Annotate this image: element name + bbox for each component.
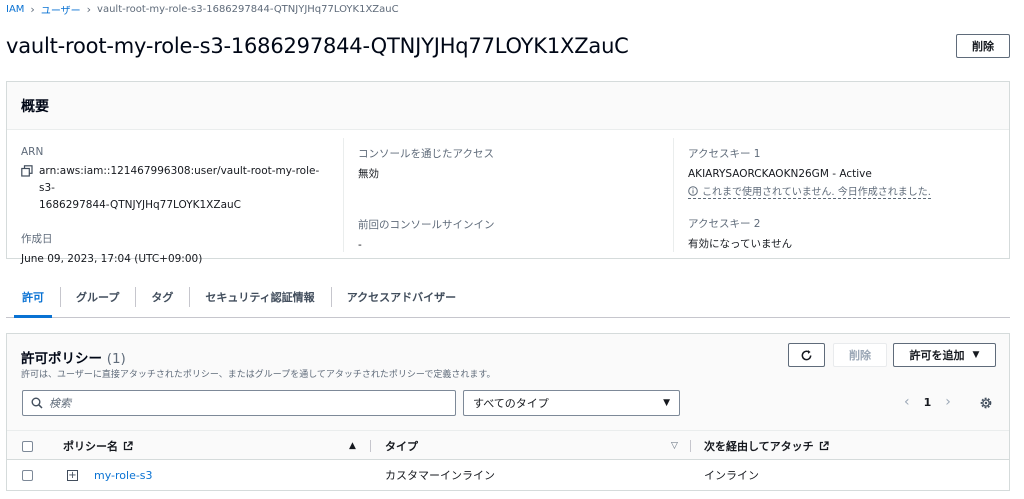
- add-permissions-button[interactable]: 許可を追加 ▼: [893, 343, 996, 367]
- column-attached-via[interactable]: 次を経由してアタッチ: [704, 431, 829, 461]
- search-input[interactable]: [49, 396, 439, 410]
- type-filter-select[interactable]: すべてのタイプ ▼: [463, 390, 680, 416]
- row-select-cell: [22, 460, 33, 490]
- column-divider: [690, 440, 691, 452]
- permissions-header: 許可ポリシー (1) 許可は、ユーザーに直接アタッチされたポリシー、またはグルー…: [7, 334, 1009, 430]
- access-key-1-note-text: これまで使用されていません. 今日作成されました.: [702, 187, 931, 198]
- permissions-description: 許可は、ユーザーに直接アタッチされたポリシー、またはグループを通してアタッチされ…: [21, 370, 496, 380]
- table-header: ポリシー名 ▲ タイプ ▽ 次を経由してアタッチ: [7, 430, 1009, 460]
- page-number[interactable]: 1: [924, 396, 932, 409]
- refresh-icon: [801, 349, 812, 360]
- type-filter-value: すべてのタイプ: [473, 397, 549, 410]
- attached-via-cell: インライン: [704, 469, 759, 482]
- access-key-1-note[interactable]: これまで使用されていません. 今日作成されました.: [688, 183, 931, 199]
- breadcrumb-iam[interactable]: IAM: [6, 4, 24, 15]
- tab-access-advisor[interactable]: アクセスアドバイザー: [330, 277, 472, 317]
- chevron-right-icon: ›: [30, 2, 35, 16]
- breadcrumb-users[interactable]: ユーザー: [41, 2, 81, 17]
- tab-permissions[interactable]: 許可: [6, 277, 60, 318]
- sort-descending-icon[interactable]: ▽: [671, 431, 678, 461]
- arn-value: arn:aws:iam::121467996308:user/vault-roo…: [39, 163, 329, 214]
- sort-ascending-icon[interactable]: ▲: [349, 431, 356, 461]
- caret-down-icon: ▼: [972, 350, 980, 360]
- delete-user-button[interactable]: 削除: [956, 34, 1010, 58]
- tab-bar: 許可 グループ タグ セキュリティ認証情報 アクセスアドバイザー: [6, 276, 1010, 318]
- tab-tags[interactable]: タグ: [135, 277, 189, 317]
- chevron-right-icon[interactable]: ›: [945, 394, 951, 410]
- caret-down-icon: ▼: [663, 398, 670, 408]
- pagination: ‹ 1 ›: [904, 394, 951, 410]
- search-icon: [31, 397, 43, 409]
- info-icon: [688, 185, 698, 196]
- arn-line-2: 1686297844-QTNJYJHq77LOYK1XZauC: [39, 199, 241, 211]
- arn-label: ARN: [21, 146, 44, 158]
- permissions-title: 許可ポリシー (1): [21, 347, 126, 367]
- copy-icon[interactable]: [21, 165, 33, 177]
- column-divider: [370, 440, 371, 452]
- permissions-policies-panel: 許可ポリシー (1) 許可は、ユーザーに直接アタッチされたポリシー、またはグルー…: [6, 333, 1010, 491]
- policy-type-cell: カスタマーインライン: [385, 469, 495, 482]
- policy-name-link[interactable]: my-role-s3: [94, 460, 153, 490]
- console-access-value: 無効: [358, 168, 379, 180]
- created-value: June 09, 2023, 17:04 (UTC+09:00): [21, 253, 203, 265]
- summary-column-1: ARN arn:aws:iam::121467996308:user/vault…: [7, 138, 343, 265]
- refresh-button[interactable]: [788, 343, 825, 367]
- access-key-2-label: アクセスキー 2: [688, 218, 761, 230]
- arn-line-1: arn:aws:iam::121467996308:user/vault-roo…: [39, 165, 320, 194]
- permissions-count: (1): [106, 351, 126, 367]
- column-type[interactable]: タイプ: [385, 431, 418, 461]
- summary-header: 概要: [7, 82, 1009, 130]
- add-permissions-label: 許可を追加: [909, 349, 965, 362]
- breadcrumb-current: vault-root-my-role-s3-1686297844-QTNJYJH…: [97, 3, 399, 15]
- select-all-cell: [22, 431, 33, 461]
- summary-title: 概要: [21, 99, 49, 115]
- access-key-1-value: AKIARYSAORCKAOKN26GM - Active: [688, 168, 872, 180]
- tab-security-credentials[interactable]: セキュリティ認証情報: [189, 277, 330, 317]
- expand-icon[interactable]: +: [67, 469, 78, 481]
- row-checkbox[interactable]: [22, 469, 33, 481]
- column-policy-name-label: ポリシー名: [63, 440, 118, 453]
- last-signin-value: -: [358, 239, 362, 251]
- breadcrumb: IAM › ユーザー › vault-root-my-role-s3-16862…: [6, 2, 399, 17]
- column-attached-via-label: 次を経由してアタッチ: [704, 440, 814, 453]
- console-access-label: コンソールを通じたアクセス: [358, 148, 494, 160]
- summary-panel: 概要 ARN arn:aws:iam::121467996308:user/va…: [6, 81, 1010, 265]
- created-label: 作成日: [21, 233, 53, 245]
- delete-policy-button[interactable]: 削除: [833, 343, 887, 367]
- gear-icon[interactable]: [979, 396, 993, 410]
- tab-groups[interactable]: グループ: [60, 277, 135, 317]
- chevron-right-icon: ›: [86, 2, 92, 16]
- summary-column-3: アクセスキー 1 AKIARYSAORCKAOKN26GM - Active こ…: [673, 138, 1009, 252]
- expand-row-cell: +: [67, 460, 78, 490]
- access-key-2-value: 有効になっていません: [688, 238, 793, 250]
- summary-column-2: コンソールを通じたアクセス 無効 前回のコンソールサインイン -: [343, 138, 673, 252]
- search-field[interactable]: [22, 390, 456, 416]
- external-link-icon: [123, 441, 133, 451]
- chevron-left-icon[interactable]: ‹: [904, 394, 910, 410]
- permissions-title-text: 許可ポリシー: [21, 351, 102, 367]
- page-title: vault-root-my-role-s3-1686297844-QTNJYJH…: [6, 34, 629, 58]
- select-all-checkbox[interactable]: [22, 440, 33, 452]
- external-link-icon: [819, 441, 829, 451]
- table-row: + my-role-s3 カスタマーインライン インライン: [7, 460, 1009, 490]
- access-key-1-label: アクセスキー 1: [688, 148, 761, 160]
- last-signin-label: 前回のコンソールサインイン: [358, 219, 495, 231]
- column-policy-name[interactable]: ポリシー名: [63, 431, 133, 461]
